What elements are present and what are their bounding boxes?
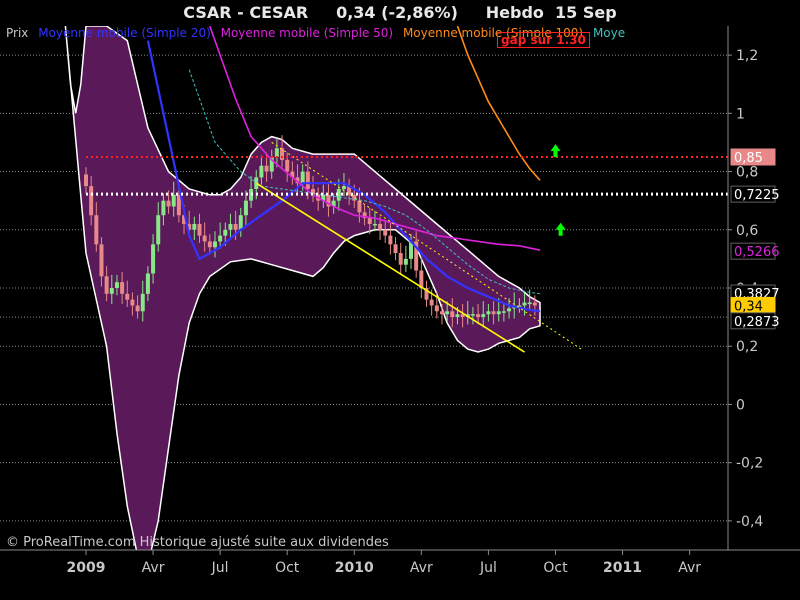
candle-body xyxy=(388,235,393,245)
candle-body xyxy=(145,273,150,294)
candle-body xyxy=(434,305,439,312)
candle-body xyxy=(378,223,383,230)
candle-body xyxy=(491,311,496,315)
candle-body xyxy=(207,241,212,248)
footer-note: © ProRealTime.com Historique ajusté suit… xyxy=(6,535,389,550)
value-label-text: 0,34 xyxy=(734,299,763,314)
candle-body xyxy=(161,200,166,216)
y-tick-label: 1,2 xyxy=(736,48,758,64)
candle-body xyxy=(341,186,346,190)
candle-body xyxy=(259,165,264,178)
candle-body xyxy=(151,244,156,274)
chart-title: CSAR - CESAR 0,34 (-2,86%) Hebdo 15 Sep xyxy=(183,3,617,22)
candle-body xyxy=(166,200,171,207)
candle-body xyxy=(212,241,217,248)
y-tick-label: 0 xyxy=(736,397,745,413)
candle-body xyxy=(481,314,486,318)
legend-item-sma50: Moyenne mobile (Simple 50) xyxy=(220,26,394,40)
x-tick-label: 2009 xyxy=(67,560,106,576)
candle-body xyxy=(125,293,130,300)
candle-body xyxy=(403,258,408,265)
y-tick-label: -0,2 xyxy=(736,456,763,472)
x-tick-label: Avr xyxy=(678,560,701,576)
gap-annotation: gap sur 1.30 xyxy=(497,32,590,48)
x-tick-label: Jul xyxy=(479,560,497,576)
candle-body xyxy=(398,253,403,265)
candle-body xyxy=(202,235,207,242)
value-label-text: 0,7225 xyxy=(734,188,780,203)
candle-body xyxy=(228,223,233,230)
candle-body xyxy=(507,308,512,312)
candle-body xyxy=(439,311,444,315)
candle-body xyxy=(455,314,460,318)
candle-body xyxy=(450,311,455,318)
candle-body xyxy=(300,171,305,184)
candle-body xyxy=(114,282,119,288)
candle-body xyxy=(367,218,372,224)
price-chart: 1,210,80,60,40,20-0,2-0,40,850,72250,526… xyxy=(0,26,800,576)
candle-body xyxy=(104,276,109,294)
up-arrow-icon xyxy=(555,222,566,236)
candle-body xyxy=(120,282,125,294)
plot-area xyxy=(0,26,728,550)
x-tick-label: Jul xyxy=(211,560,229,576)
candle-body xyxy=(470,314,475,316)
x-tick-label: Avr xyxy=(142,560,165,576)
y-tick-label: 0,8 xyxy=(736,165,758,181)
x-tick-label: Oct xyxy=(275,560,300,576)
candle-body xyxy=(156,215,161,245)
value-label-text: 0,2873 xyxy=(734,315,780,330)
candle-body xyxy=(305,171,310,190)
candle-body xyxy=(94,215,99,245)
candle-body xyxy=(372,223,377,226)
candle-body xyxy=(393,244,398,254)
candle-body xyxy=(233,223,238,230)
candle-body xyxy=(84,174,88,187)
y-tick-label: 0,6 xyxy=(736,223,758,239)
up-arrow-icon xyxy=(550,144,561,158)
candle-body xyxy=(445,311,450,315)
candle-body xyxy=(218,235,223,242)
candle-body xyxy=(496,311,501,315)
candle-body xyxy=(89,186,94,216)
candle-body xyxy=(285,159,290,172)
x-tick-label: Avr xyxy=(410,560,433,576)
candle-body xyxy=(140,293,145,312)
band-envelope xyxy=(64,26,541,550)
candle-body xyxy=(109,288,114,294)
candle-body xyxy=(99,244,104,277)
legend-item-price: Prix xyxy=(6,26,29,40)
candle-body xyxy=(264,165,269,172)
y-tick-label: -0,4 xyxy=(736,514,763,530)
candle-body xyxy=(197,223,202,236)
candle-body xyxy=(522,302,527,306)
x-tick-label: 2010 xyxy=(335,560,374,576)
value-label-text: 0,85 xyxy=(734,151,763,166)
legend-item-sma20: Moyenne mobile (Simple 20) xyxy=(38,26,211,40)
candle-body xyxy=(429,299,434,306)
legend-item-extra: Moye xyxy=(592,26,626,40)
candle-body xyxy=(280,148,285,160)
candle-body xyxy=(357,200,362,213)
x-tick-label: Oct xyxy=(543,560,568,576)
candle-body xyxy=(223,229,228,236)
candle-body xyxy=(527,302,532,305)
candle-body xyxy=(274,148,279,157)
candle-body xyxy=(243,200,248,216)
candle-body xyxy=(130,299,135,306)
value-label-text: 0,5266 xyxy=(734,245,780,260)
candle-body xyxy=(383,229,388,236)
candle-body xyxy=(501,311,506,313)
candle-body xyxy=(192,223,197,230)
y-tick-label: 1 xyxy=(736,106,745,122)
candle-body xyxy=(532,302,537,306)
candle-body xyxy=(135,305,140,312)
x-tick-label: 2011 xyxy=(603,560,642,576)
candle-body xyxy=(476,314,481,318)
candle-body xyxy=(486,311,491,315)
y-tick-label: 0,2 xyxy=(736,339,758,355)
candle-body xyxy=(171,194,176,207)
